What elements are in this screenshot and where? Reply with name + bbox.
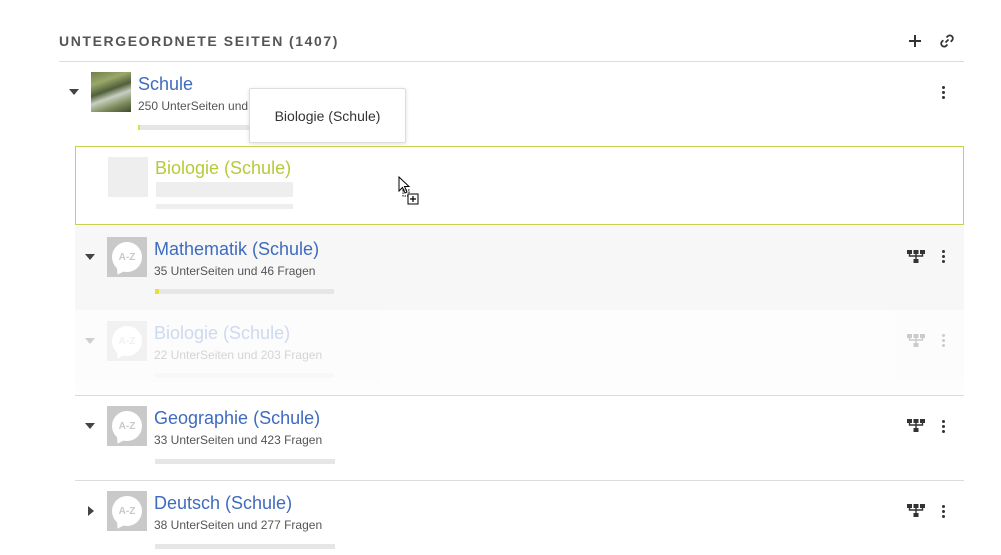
root-title[interactable]: Schule <box>138 74 193 95</box>
placeholder-title: Biologie (Schule) <box>155 158 292 178</box>
child-thumbnail-geographie[interactable]: A-Z <box>107 406 147 446</box>
add-subpage-button[interactable] <box>904 30 926 52</box>
child-toggle-mathematik[interactable] <box>82 249 98 265</box>
child-thumbnail-mathematik[interactable]: A-Z <box>107 237 147 277</box>
placeholder-subtitle-skeleton <box>156 182 293 197</box>
child-more-menu-geographie[interactable] <box>935 416 951 436</box>
child-progress-bar-mathematik <box>155 289 334 294</box>
child-title-mathematik[interactable]: Mathematik (Schule) <box>154 239 319 260</box>
placeholder-progress-skeleton <box>156 204 293 209</box>
child-more-menu-mathematik[interactable] <box>935 246 951 266</box>
child-subtitle-mathematik: 35 UnterSeiten und 46 Fragen <box>154 264 316 278</box>
chevron-down-icon <box>85 254 95 260</box>
child-title-geographie[interactable]: Geographie (Schule) <box>154 408 320 429</box>
child-toggle-deutsch[interactable] <box>83 503 99 519</box>
child-thumbnail-biologie: A-Z <box>107 321 147 361</box>
az-icon: A-Z <box>112 242 142 272</box>
subtree-icon[interactable] <box>906 502 926 518</box>
child-toggle-biologie <box>82 333 98 349</box>
row-divider <box>75 480 964 481</box>
collapse-root-toggle[interactable] <box>66 84 82 100</box>
root-progress-fill <box>138 125 141 130</box>
child-thumbnail-deutsch[interactable]: A-Z <box>107 491 147 531</box>
subtree-icon[interactable] <box>906 248 926 264</box>
az-icon: A-Z <box>112 496 142 526</box>
link-subpage-button[interactable] <box>936 30 958 52</box>
child-subtitle-biologie: 22 UnterSeiten und 203 Fragen <box>154 348 323 362</box>
child-title-biologie: Biologie (Schule) <box>154 323 291 343</box>
child-row-biologie-ghost: A-Z Biologie (Schule) 22 UnterSeiten und… <box>75 310 964 395</box>
chevron-down-icon <box>85 423 95 429</box>
root-progress-bar <box>138 125 250 130</box>
child-more-menu-deutsch[interactable] <box>935 501 951 521</box>
placeholder-thumbnail <box>108 157 148 197</box>
chevron-right-icon <box>88 506 94 516</box>
child-title-deutsch[interactable]: Deutsch (Schule) <box>154 493 292 514</box>
az-icon: A-Z <box>112 326 142 356</box>
child-toggle-geographie[interactable] <box>82 418 98 434</box>
root-thumbnail[interactable] <box>91 72 131 112</box>
subtree-icon[interactable] <box>906 417 926 433</box>
child-progress-fill-mathematik <box>155 289 159 294</box>
link-icon <box>940 34 954 48</box>
child-progress-bar-deutsch <box>155 544 335 549</box>
subpages-header: UNTERGEORDNETE SEITEN (1407) <box>59 30 964 62</box>
drag-tooltip-text: Biologie (Schule) <box>274 107 381 124</box>
subtree-icon <box>907 334 925 347</box>
root-more-menu[interactable] <box>935 82 951 102</box>
chevron-down-icon <box>85 338 95 344</box>
subpages-count: (1407) <box>288 33 340 49</box>
child-subtitle-geographie: 33 UnterSeiten und 423 Fragen <box>154 433 323 447</box>
drop-target-placeholder[interactable]: Biologie (Schule) <box>75 146 964 225</box>
chevron-down-icon <box>69 89 79 95</box>
subpages-heading-label: UNTERGEORDNETE SEITEN <box>59 33 284 49</box>
drag-tooltip: Biologie (Schule) <box>249 88 406 143</box>
child-progress-bar-geographie <box>155 459 335 464</box>
root-subtitle: 250 UnterSeiten und <box>138 99 249 113</box>
plus-icon <box>909 35 921 47</box>
child-progress-bar-biologie <box>155 373 334 378</box>
row-divider <box>75 395 964 396</box>
az-icon: A-Z <box>112 411 142 441</box>
child-subtitle-deutsch: 38 UnterSeiten und 277 Fragen <box>154 518 323 532</box>
subpages-heading: UNTERGEORDNETE SEITEN (1407) <box>59 33 339 49</box>
child-more-menu-biologie <box>935 330 951 350</box>
